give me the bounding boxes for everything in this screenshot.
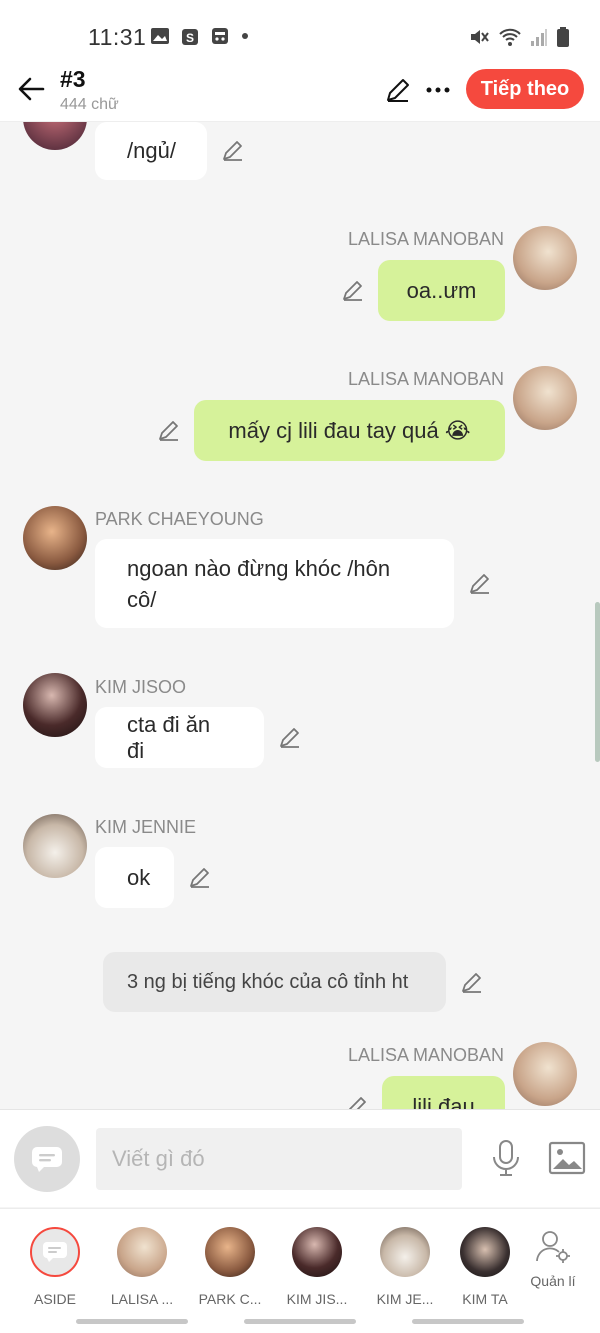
sender-name: KIM JISOO (95, 677, 187, 697)
manage-label: Quản lí (530, 1273, 576, 1289)
edit-message-icon[interactable] (277, 724, 303, 750)
word-count: 444 chữ (60, 96, 119, 113)
character-kim-jis[interactable]: KIM JIS... (277, 1227, 357, 1307)
character-label: ASIDE (33, 1291, 76, 1307)
avatar-kim-jisoo[interactable] (23, 673, 87, 737)
character-label: KIM TA (462, 1291, 508, 1307)
character-avatar (205, 1227, 255, 1277)
gallery-icon (151, 28, 169, 44)
aside-avatar (30, 1227, 80, 1277)
character-label: LALISA ... (110, 1291, 174, 1307)
status-time: 11:31 (88, 24, 147, 50)
character-avatar (292, 1227, 342, 1277)
edit-message-icon[interactable] (344, 1093, 370, 1109)
message-bubble[interactable]: ngoan nào đừng khóc /hôn cô/ (95, 539, 454, 628)
character-avatar (380, 1227, 430, 1277)
user-settings-icon (536, 1231, 570, 1263)
scrollbar[interactable] (595, 602, 600, 762)
chat-bubble-icon (32, 1147, 62, 1172)
chat-mode-button[interactable] (14, 1126, 80, 1192)
message-composer (0, 1109, 600, 1207)
edit-message-icon[interactable] (187, 864, 213, 890)
system-navigation-bar (0, 1312, 600, 1333)
app-icon (212, 28, 228, 44)
message-text: lili đau (412, 1093, 475, 1110)
message-text: oa..ưm (406, 277, 477, 303)
microphone-icon[interactable] (488, 1138, 524, 1178)
character-label: KIM JE... (376, 1291, 434, 1307)
avatar-lalisa-manoban[interactable] (513, 1042, 577, 1106)
next-button[interactable]: Tiếp theo (466, 69, 584, 109)
narration-text: 3 ng bị tiếng khóc của cô tỉnh ht (127, 970, 409, 993)
avatar-park-chaeyoung[interactable] (23, 122, 87, 150)
more-options-icon[interactable] (424, 76, 452, 104)
sender-name: LALISA MANOBAN (347, 1045, 504, 1065)
message-bubble[interactable]: cta đi ăn đi (95, 707, 264, 768)
sender-name: PARK CHAEYOUNG (95, 509, 264, 529)
message-bubble[interactable]: /ngủ/ (95, 122, 207, 180)
nav-home[interactable] (244, 1319, 356, 1324)
avatar-kim-jennie[interactable] (23, 814, 87, 878)
message-input[interactable] (96, 1128, 462, 1190)
sender-name: LALISA MANOBAN (347, 369, 504, 389)
character-lalisa[interactable]: LALISA ... (102, 1227, 182, 1307)
sender-name: LALISA MANOBAN (347, 229, 504, 249)
edit-message-icon[interactable] (156, 417, 182, 443)
character-avatar (460, 1227, 510, 1277)
chapter-title: #3 (60, 66, 86, 92)
editor-header: #3 444 chữ Tiếp theo (0, 62, 600, 122)
character-aside[interactable]: ASIDE (15, 1227, 95, 1307)
avatar-lalisa-manoban[interactable] (513, 366, 577, 430)
character-label: KIM JIS... (286, 1291, 348, 1307)
svg-text:S: S (186, 31, 194, 45)
message-bubble[interactable]: lili đau (382, 1076, 505, 1109)
image-icon[interactable] (548, 1140, 586, 1176)
character-park-c[interactable]: PARK C... (190, 1227, 270, 1307)
message-text: cta đi ăn đi (127, 711, 211, 763)
mute-icon (471, 30, 489, 44)
character-selector-bar: ASIDE LALISA ... PARK C... KIM JIS... KI… (0, 1208, 600, 1312)
edit-message-icon[interactable] (340, 277, 366, 303)
sender-name: KIM JENNIE (95, 817, 197, 837)
wifi-icon (499, 28, 521, 46)
chat-bubble-icon (43, 1242, 67, 1262)
avatar-lalisa-manoban[interactable] (513, 226, 577, 290)
message-text: /ngủ/ (127, 138, 176, 163)
message-text: ok (127, 864, 151, 890)
shop-icon: S (182, 29, 198, 45)
edit-message-icon[interactable] (220, 137, 246, 163)
message-text-line: ngoan nào đừng khóc /hôn (127, 555, 391, 581)
character-label: PARK C... (198, 1291, 262, 1307)
message-text-line: cô/ (127, 586, 157, 612)
character-avatar (117, 1227, 167, 1277)
notification-dot-icon (242, 33, 248, 39)
nav-back[interactable] (412, 1319, 524, 1324)
status-bar: 11:31 S (0, 0, 600, 62)
message-text: mấy cj lili đau tay quá 😭 (228, 417, 471, 443)
character-kim-ta[interactable]: KIM TA (445, 1227, 525, 1307)
message-bubble[interactable]: oa..ưm (378, 260, 505, 321)
chat-area[interactable]: /ngủ/ LALISA MANOBAN oa..ưm LALISA MANOB… (0, 122, 600, 1109)
signal-icon (531, 29, 547, 46)
edit-pencil-icon[interactable] (384, 76, 412, 104)
message-bubble[interactable]: mấy cj lili đau tay quá 😭 (194, 400, 505, 461)
avatar-park-chaeyoung[interactable] (23, 506, 87, 570)
message-bubble[interactable]: ok (95, 847, 174, 908)
manage-characters[interactable]: Quản lí (521, 1227, 585, 1289)
back-arrow-icon[interactable] (16, 74, 46, 104)
nav-recent[interactable] (76, 1319, 188, 1324)
battery-icon (557, 27, 569, 47)
edit-message-icon[interactable] (459, 969, 485, 995)
character-kim-je[interactable]: KIM JE... (365, 1227, 445, 1307)
narration-bubble[interactable]: 3 ng bị tiếng khóc của cô tỉnh ht (103, 952, 446, 1012)
edit-message-icon[interactable] (467, 570, 493, 596)
